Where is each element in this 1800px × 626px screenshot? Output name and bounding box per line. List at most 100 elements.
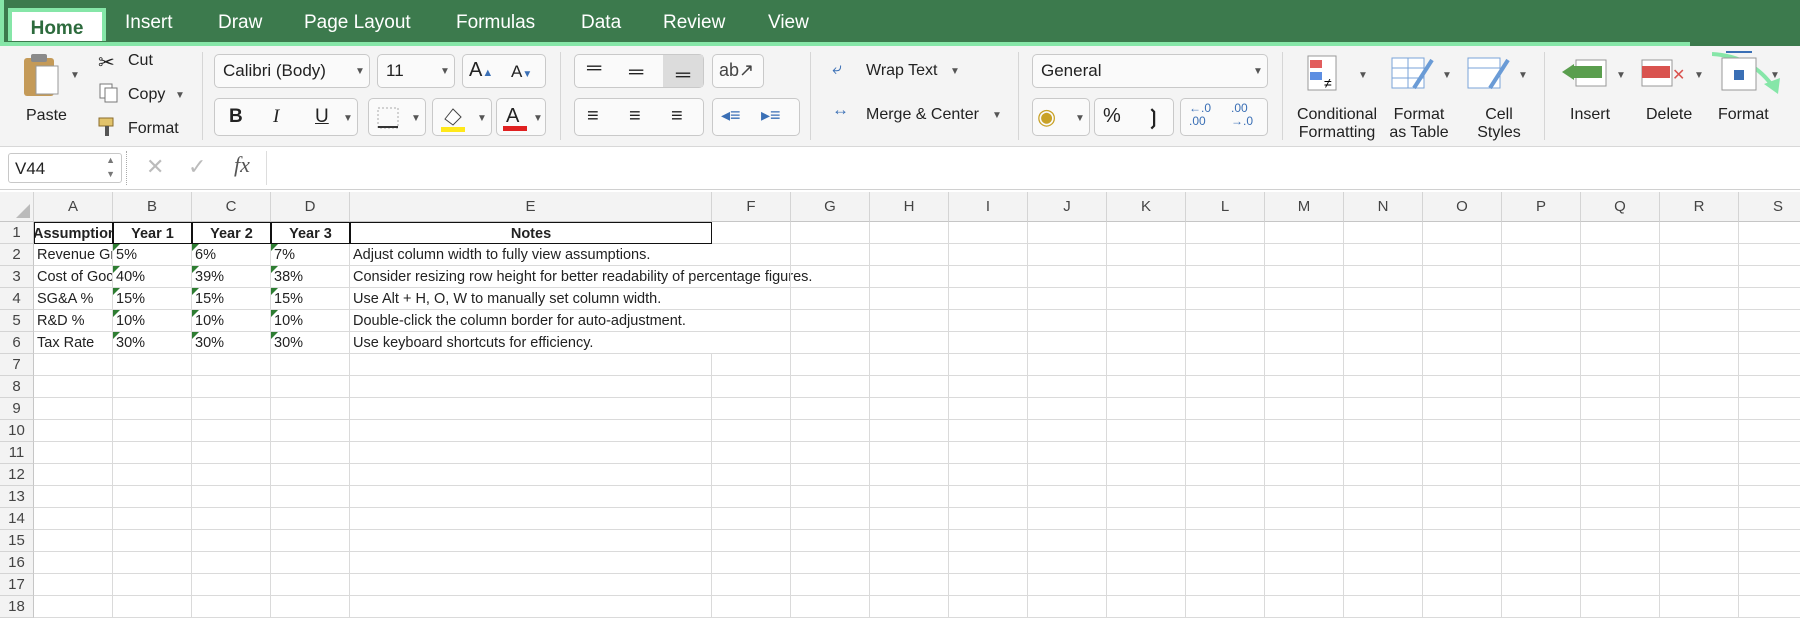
- error-indicator-icon[interactable]: [113, 266, 120, 273]
- row-header[interactable]: 13: [0, 486, 34, 508]
- cell[interactable]: [870, 574, 949, 596]
- cell[interactable]: [1581, 442, 1660, 464]
- cell[interactable]: [712, 530, 791, 552]
- cell[interactable]: [1423, 332, 1502, 354]
- cell[interactable]: [712, 266, 791, 288]
- column-header[interactable]: D: [271, 192, 350, 222]
- cell[interactable]: [1660, 530, 1739, 552]
- cell[interactable]: [791, 508, 870, 530]
- cell[interactable]: [271, 354, 350, 376]
- cell[interactable]: [350, 574, 712, 596]
- cell[interactable]: [113, 486, 192, 508]
- cell[interactable]: [1107, 552, 1186, 574]
- cell[interactable]: [949, 508, 1028, 530]
- cell[interactable]: [712, 244, 791, 266]
- name-box[interactable]: V44 ▲ ▼: [8, 153, 122, 183]
- cell[interactable]: [350, 552, 712, 574]
- cell[interactable]: [34, 508, 113, 530]
- cell[interactable]: [712, 332, 791, 354]
- cell[interactable]: [1344, 442, 1423, 464]
- cell[interactable]: [1028, 530, 1107, 552]
- cell[interactable]: [1660, 442, 1739, 464]
- error-indicator-icon[interactable]: [192, 332, 199, 339]
- error-indicator-icon[interactable]: [271, 244, 278, 251]
- cell[interactable]: [1186, 310, 1265, 332]
- cell[interactable]: [1028, 332, 1107, 354]
- tab-view[interactable]: View: [768, 12, 809, 34]
- data-cell[interactable]: 15%: [192, 288, 271, 310]
- cell[interactable]: [34, 376, 113, 398]
- cell[interactable]: [1186, 266, 1265, 288]
- font-name-select[interactable]: Calibri (Body) ▼: [214, 54, 370, 88]
- note-cell[interactable]: Consider resizing row height for better …: [350, 266, 812, 288]
- cell[interactable]: [1344, 464, 1423, 486]
- data-cell[interactable]: 38%: [271, 266, 350, 288]
- cell[interactable]: [1265, 398, 1344, 420]
- error-indicator-icon[interactable]: [192, 266, 199, 273]
- cell[interactable]: [1028, 288, 1107, 310]
- cell[interactable]: [1660, 552, 1739, 574]
- cell[interactable]: [113, 574, 192, 596]
- error-indicator-icon[interactable]: [113, 310, 120, 317]
- cell[interactable]: [1581, 420, 1660, 442]
- function-icon[interactable]: fx: [234, 152, 250, 178]
- formula-input[interactable]: [270, 151, 1790, 185]
- cell[interactable]: [1423, 552, 1502, 574]
- cell[interactable]: [1265, 222, 1344, 244]
- column-header[interactable]: E: [350, 192, 712, 222]
- row-header[interactable]: 10: [0, 420, 34, 442]
- cell[interactable]: [1502, 398, 1581, 420]
- cell[interactable]: [1660, 596, 1739, 618]
- cell[interactable]: [1502, 310, 1581, 332]
- cell[interactable]: [712, 310, 791, 332]
- cell[interactable]: [1581, 486, 1660, 508]
- data-cell[interactable]: Tax Rate: [34, 332, 113, 354]
- tab-review[interactable]: Review: [663, 12, 725, 34]
- cell[interactable]: [1107, 596, 1186, 618]
- note-cell[interactable]: Use Alt + H, O, W to manually set column…: [350, 288, 712, 310]
- cell[interactable]: [34, 552, 113, 574]
- cell[interactable]: [1344, 508, 1423, 530]
- cell[interactable]: [1423, 420, 1502, 442]
- cell[interactable]: [1265, 266, 1344, 288]
- cell[interactable]: [350, 486, 712, 508]
- cell[interactable]: [870, 420, 949, 442]
- cell[interactable]: [1265, 552, 1344, 574]
- cell[interactable]: [192, 552, 271, 574]
- cell[interactable]: [1344, 486, 1423, 508]
- cell[interactable]: [113, 530, 192, 552]
- cell[interactable]: [192, 376, 271, 398]
- cell[interactable]: [1660, 508, 1739, 530]
- cell[interactable]: [1739, 244, 1800, 266]
- cell[interactable]: [1502, 486, 1581, 508]
- note-cell[interactable]: Adjust column width to fully view assump…: [350, 244, 712, 266]
- cell[interactable]: [1423, 244, 1502, 266]
- cell[interactable]: [1739, 574, 1800, 596]
- cell[interactable]: [1423, 266, 1502, 288]
- cell[interactable]: [1502, 552, 1581, 574]
- table-header-cell[interactable]: Assumption: [34, 222, 113, 244]
- cell[interactable]: [1186, 332, 1265, 354]
- cell[interactable]: [1502, 442, 1581, 464]
- note-cell[interactable]: Use keyboard shortcuts for efficiency.: [350, 332, 712, 354]
- cell[interactable]: [271, 464, 350, 486]
- cell[interactable]: [712, 376, 791, 398]
- cell[interactable]: [1107, 288, 1186, 310]
- cell[interactable]: [1344, 266, 1423, 288]
- cell[interactable]: [1660, 332, 1739, 354]
- note-cell[interactable]: Double-click the column border for auto-…: [350, 310, 712, 332]
- cell[interactable]: [113, 596, 192, 618]
- cell[interactable]: [1502, 574, 1581, 596]
- cell[interactable]: [1186, 486, 1265, 508]
- cell[interactable]: [1265, 486, 1344, 508]
- cell[interactable]: [1423, 354, 1502, 376]
- data-cell[interactable]: Cost of Goc: [34, 266, 113, 288]
- cell[interactable]: [1581, 332, 1660, 354]
- cell[interactable]: [1660, 464, 1739, 486]
- cell[interactable]: [1344, 420, 1423, 442]
- increase-indent-icon[interactable]: ▸≡: [761, 105, 781, 126]
- cell[interactable]: [1028, 442, 1107, 464]
- cell[interactable]: [791, 398, 870, 420]
- cell[interactable]: [712, 222, 791, 244]
- data-cell[interactable]: 15%: [113, 288, 192, 310]
